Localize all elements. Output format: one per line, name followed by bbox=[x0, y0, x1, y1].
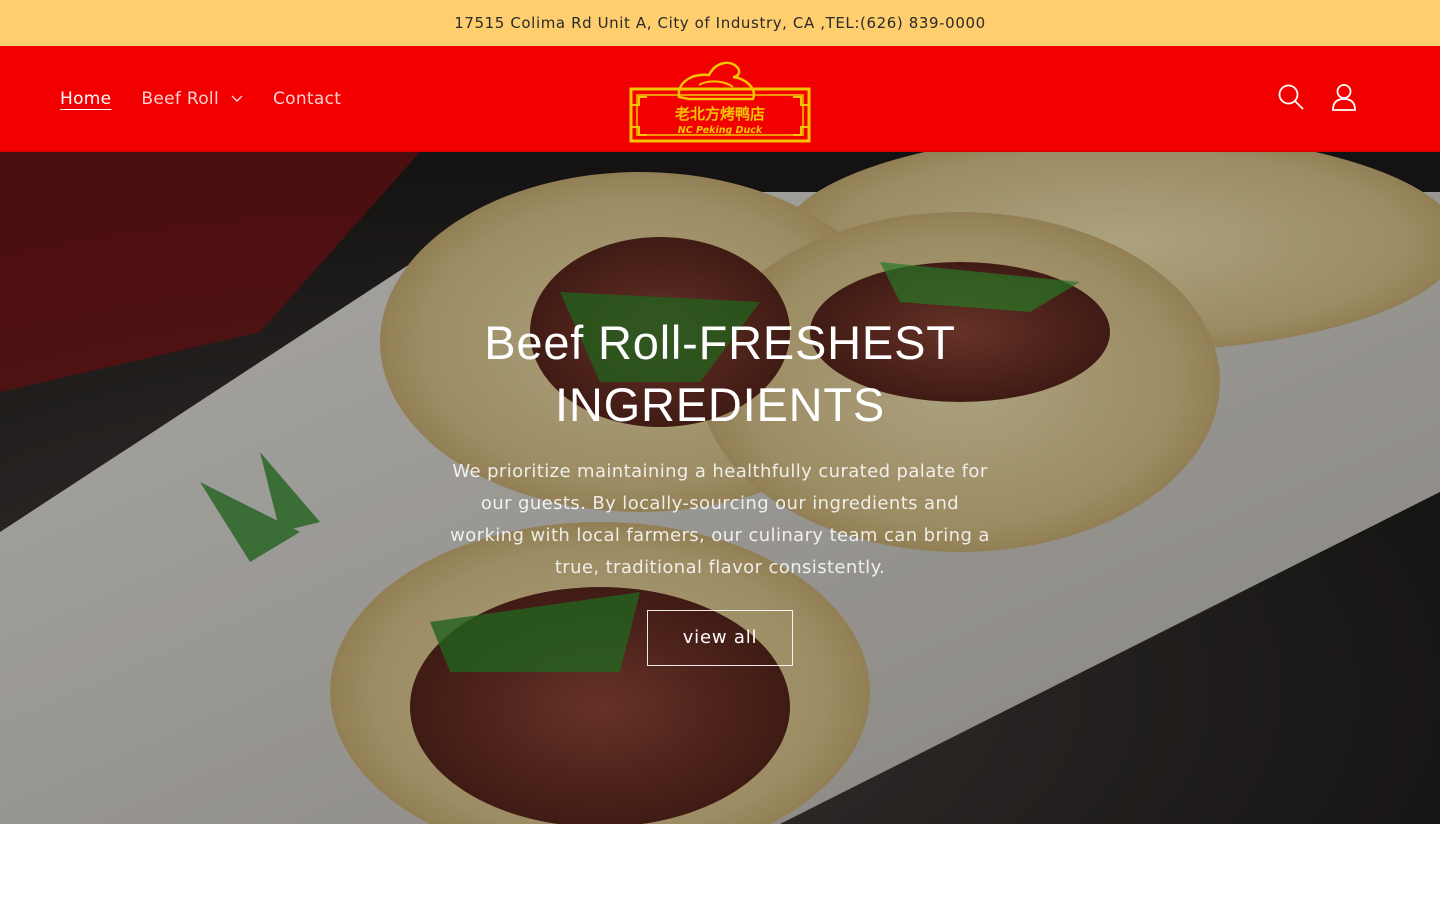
chevron-down-icon bbox=[231, 95, 243, 102]
site-header: Home Beef Roll Contact 老北方烤鸭店 NC Peking … bbox=[0, 46, 1440, 152]
logo-image: 老北方烤鸭店 NC Peking Duck bbox=[629, 55, 811, 143]
nav-contact[interactable]: Contact bbox=[273, 89, 341, 109]
account-icon[interactable] bbox=[1330, 83, 1358, 111]
site-logo[interactable]: 老北方烤鸭店 NC Peking Duck bbox=[629, 55, 811, 143]
nav-beef-roll-label: Beef Roll bbox=[141, 89, 219, 109]
nav-home[interactable]: Home bbox=[60, 89, 111, 109]
main-nav: Home Beef Roll Contact bbox=[60, 46, 371, 152]
logo-chinese-text: 老北方烤鸭店 bbox=[674, 105, 765, 123]
hero-description: We prioritize maintaining a healthfully … bbox=[450, 461, 990, 578]
view-all-button[interactable]: view all bbox=[647, 610, 793, 666]
announcement-text: 17515 Colima Rd Unit A, City of Industry… bbox=[454, 14, 986, 32]
hero-content: Beef Roll-FRESHEST INGREDIENTS We priori… bbox=[420, 312, 1020, 666]
nav-beef-roll[interactable]: Beef Roll bbox=[141, 89, 243, 109]
hero-title: Beef Roll-FRESHEST INGREDIENTS bbox=[484, 316, 956, 431]
search-icon[interactable] bbox=[1277, 83, 1305, 111]
hero-banner: Beef Roll-FRESHEST INGREDIENTS We priori… bbox=[0, 152, 1440, 824]
announcement-bar: 17515 Colima Rd Unit A, City of Industry… bbox=[0, 0, 1440, 46]
logo-english-text: NC Peking Duck bbox=[678, 125, 763, 136]
